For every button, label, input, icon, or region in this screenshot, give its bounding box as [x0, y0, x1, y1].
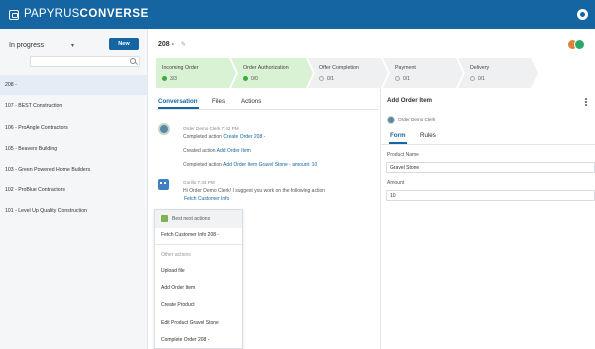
menu-item-create-product[interactable]: Create Product [161, 302, 195, 308]
message-text: Hi Order Demo Clerk! I suggest you work … [183, 188, 326, 194]
sidebar-item-208[interactable]: 208 - [0, 75, 147, 95]
step-count: 0/1 [470, 76, 485, 82]
avatar[interactable] [158, 123, 170, 135]
other-actions-label: Other actions [161, 252, 191, 258]
check-icon [243, 76, 248, 81]
suggested-action-link[interactable]: Fetch Customer Info [184, 196, 229, 202]
pending-icon [470, 76, 475, 81]
more-options-icon[interactable] [585, 98, 587, 106]
message-text: Created action [183, 148, 217, 154]
sidebar-item-107[interactable]: 107 - BEST Construction [0, 96, 147, 116]
sidebar-item-103[interactable]: 103 - Green Powered Home Builders [0, 160, 147, 180]
step-offer-completion[interactable]: Offer Completion 0/1 [308, 58, 388, 88]
action-link[interactable]: Create Order 208 - [223, 134, 265, 140]
participant-avatars[interactable] [567, 39, 589, 50]
step-count: 0/1 [319, 76, 334, 82]
step-count: 3/3 [162, 76, 177, 82]
step-count-value: 0/1 [403, 76, 410, 82]
menu-divider [155, 244, 242, 245]
best-actions-header: Best next actions [155, 210, 242, 228]
top-bar: PAPYRUSCONVERSE [0, 0, 595, 29]
case-sidebar: In progress ▾ New 208 - 107 - BEST Const… [0, 29, 148, 349]
tab-rules[interactable]: Rules [420, 132, 436, 139]
action-link[interactable]: Add Order Item Gravel Stone - amount: 10 [223, 162, 317, 168]
step-incoming-order[interactable]: Incoming Order 3/3 [156, 58, 236, 88]
message-line: Completed action Create Order 208 - [183, 134, 265, 140]
new-case-button[interactable]: New [109, 38, 139, 50]
sidebar-item-106[interactable]: 106 - ProAngle Contractors [0, 118, 147, 138]
message-line: Created action Add Order Item [183, 148, 251, 154]
panel-divider [380, 89, 381, 349]
step-order-authorization[interactable]: Order Authorization 0/0 [231, 58, 313, 88]
case-title: 208 - [158, 41, 174, 48]
action-link[interactable]: Add Order Item [217, 148, 251, 154]
menu-item-add-order-item[interactable]: Add Order Item [161, 285, 195, 291]
pending-icon [395, 76, 400, 81]
check-icon [162, 76, 167, 81]
step-label: Order Authorization [243, 65, 289, 71]
avatar[interactable] [387, 116, 395, 124]
amount-field[interactable] [386, 190, 595, 201]
tab-form[interactable]: Form [390, 132, 405, 139]
menu-item-fetch-customer-info[interactable]: Fetch Customer Info 208 - [161, 232, 219, 238]
step-count-value: 0/0 [251, 76, 258, 82]
menu-item-upload-file[interactable]: Upload file [161, 268, 185, 274]
product-name-label: Product Name [387, 152, 419, 158]
sidebar-item-102[interactable]: 102 - ProBlue Contractors [0, 180, 147, 200]
step-label: Incoming Order [162, 65, 199, 71]
user-menu-icon[interactable] [577, 9, 588, 20]
papyrus-logo-icon[interactable] [9, 10, 19, 20]
step-delivery[interactable]: Delivery 0/1 [458, 58, 538, 88]
amount-label: Amount [387, 180, 405, 186]
message-text: Completed action [183, 134, 224, 140]
sidebar-item-105[interactable]: 105 - Beavers Building [0, 139, 147, 159]
bot-avatar-icon [158, 179, 169, 190]
lightbulb-icon [161, 215, 168, 222]
message-text: Completed action [183, 162, 224, 168]
panel-title: Add Order Item [387, 97, 433, 104]
brand-title[interactable]: PAPYRUSCONVERSE [24, 8, 149, 20]
brand-light: PAPYRUS [24, 8, 80, 20]
search-icon[interactable] [130, 58, 136, 64]
tab-divider [156, 109, 379, 110]
pending-icon [319, 76, 324, 81]
message-meta: Gorillo 7:43 PM [183, 180, 215, 185]
best-actions-label: Best next actions [172, 216, 211, 222]
tab-conversation[interactable]: Conversation [158, 98, 198, 105]
avatar[interactable] [574, 39, 585, 50]
tab-files[interactable]: Files [212, 98, 225, 105]
message-meta: Order Demo Clerk 7:42 PM [183, 126, 239, 131]
brand-bold: CONVERSE [79, 8, 149, 20]
step-label: Payment [395, 65, 416, 71]
step-label: Delivery [470, 65, 490, 71]
tab-actions[interactable]: Actions [241, 98, 261, 105]
step-label: Offer Completion [319, 65, 359, 71]
menu-item-edit-product[interactable]: Edit Product Gravel Stone [161, 320, 219, 326]
step-count: 0/0 [243, 76, 258, 82]
step-count-value: 3/3 [170, 76, 177, 82]
pin-icon[interactable]: ✎ [181, 41, 186, 48]
sidebar-item-101[interactable]: 101 - Level Up Quality Construction [0, 201, 147, 221]
step-count-value: 0/1 [478, 76, 485, 82]
product-name-field[interactable] [386, 162, 595, 173]
tab-divider [381, 144, 595, 145]
step-count: 0/1 [395, 76, 410, 82]
menu-item-complete-order[interactable]: Complete Order 208 - [161, 337, 209, 343]
case-search-input[interactable] [30, 56, 140, 67]
next-actions-menu: Best next actions Fetch Customer Info 20… [154, 209, 243, 349]
chevron-down-icon[interactable]: ▾ [71, 42, 74, 49]
step-payment[interactable]: Payment 0/1 [383, 58, 463, 88]
step-count-value: 0/1 [327, 76, 334, 82]
status-filter-dropdown[interactable]: In progress [9, 42, 44, 49]
message-line: Completed action Add Order Item Gravel S… [183, 162, 317, 168]
workflow-steps: Incoming Order 3/3 Order Authorization 0… [156, 58, 595, 88]
action-owner: Order Demo Clerk [398, 117, 436, 122]
